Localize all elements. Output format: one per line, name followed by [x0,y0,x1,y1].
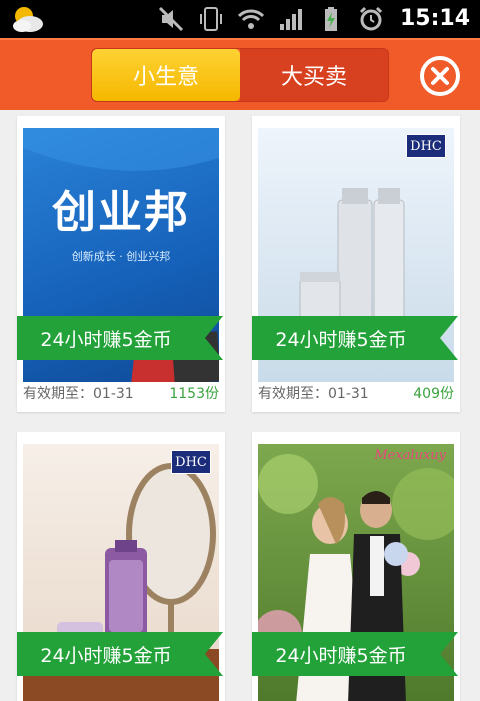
clock-time: 15:14 [399,6,470,31]
weather-icon [10,4,44,34]
battery-charging-icon [318,6,344,32]
app-header: 小生意 大买卖 [0,38,480,110]
offer-card[interactable]: 创业邦 创新成长 · 创业兴邦 24小时赚5金币 有效期至：01-31 1153… [17,116,225,412]
status-bar: 15:14 [0,0,480,38]
tab-big-business[interactable]: 大买卖 [240,49,388,101]
dhc-logo: DHC [406,134,446,158]
card-footer: 有效期至：01-31 1153份 [23,378,219,408]
cyb-slogan: 创新成长 · 创业兴邦 [71,250,171,263]
offer-card[interactable]: DHC 24小时赚5金币 [17,432,225,701]
expiry-text: 有效期至：01-31 [23,386,134,402]
dhc-logo: DHC [171,450,211,474]
remaining-count: 1153份 [169,386,219,402]
reward-ribbon: 24小时赚5金币 [17,316,223,360]
alarm-icon [358,6,384,32]
vibrate-icon [198,6,224,32]
wifi-icon [237,6,265,32]
close-button[interactable] [420,56,460,96]
card-footer: 有效期至：01-31 409份 [258,378,454,408]
reward-ribbon: 24小时赚5金币 [17,632,223,676]
ribbon-text: 24小时赚5金币 [40,328,172,351]
ribbon-text: 24小时赚5金币 [275,644,407,667]
expiry-text: 有效期至：01-31 [258,386,369,402]
close-icon [431,67,449,85]
reward-ribbon: 24小时赚5金币 [252,316,458,360]
ribbon-text: 24小时赚5金币 [275,328,407,351]
offer-card[interactable]: DHC 24小时赚5金币 有效期至：01-31 409份 [252,116,460,412]
cyb-logo-text: 创业邦 [52,187,190,238]
offer-grid: 创业邦 创新成长 · 创业兴邦 24小时赚5金币 有效期至：01-31 1153… [0,110,480,701]
signal-icon [278,6,304,32]
remaining-count: 409份 [413,386,454,402]
reward-ribbon: 24小时赚5金币 [252,632,458,676]
offer-card[interactable]: Mexaluxuy 24小时赚5金币 [252,432,460,701]
mute-icon [158,6,184,32]
segment-control: 小生意 大买卖 [91,48,389,102]
tab-small-business[interactable]: 小生意 [92,49,240,101]
ribbon-text: 24小时赚5金币 [40,644,172,667]
brand-logo: Mexaluxuy [374,448,446,463]
